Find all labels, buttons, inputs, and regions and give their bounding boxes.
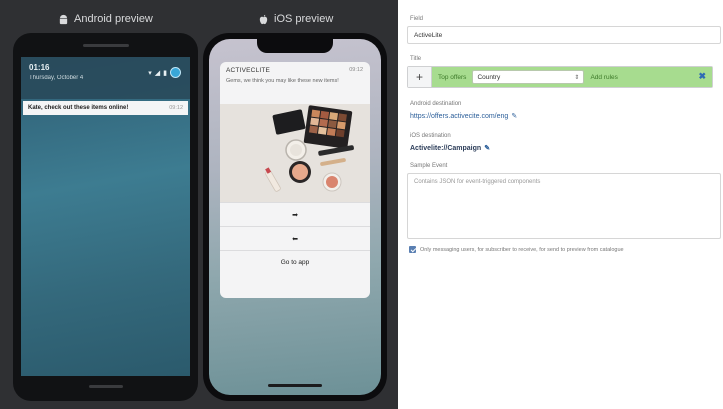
add-rules-link[interactable]: Add rules [590,74,617,81]
ios-notification-body: Gems, we think you may like these new it… [226,78,339,84]
pencil-icon[interactable]: ✎ [511,112,517,120]
android-preview-label: Android preview [74,13,153,25]
battery-icon: ▮ [163,69,167,77]
ios-destination-link[interactable]: Activelite://Campaign ✎ [410,144,490,153]
arrow-left-icon: ⬅ [292,235,298,243]
android-icon [59,14,68,24]
android-speaker [83,44,129,47]
field-input-value: ActiveLite [414,31,443,39]
ios-preview-heading: iOS preview [258,12,333,26]
ios-screen: ACTIVECLITE 09:12 Gems, we think you may… [209,39,381,395]
android-preview-heading: Android preview [58,12,153,26]
signal-icon: ◢ [154,69,161,77]
android-system-icons: ▾ ◢ ▮ [148,67,181,78]
country-select-value: Country [477,73,501,81]
ios-notification-image [220,104,370,202]
android-notification[interactable]: Kate, check out these items online! 09:1… [23,101,188,115]
ios-action-go-to-app[interactable]: Go to app [220,250,370,274]
arrow-right-icon: ➡ [292,211,298,219]
plus-icon: + [415,70,423,84]
field-label: Field [410,16,424,22]
title-label: Title [410,56,422,62]
rule-prefix: Top offers [438,73,467,81]
pencil-icon[interactable]: ✎ [484,144,490,152]
wifi-icon: ▾ [148,69,152,77]
ios-notification-time: 09:12 [349,67,363,73]
profile-bubble-icon [170,67,181,78]
ios-home-indicator [268,384,322,387]
country-select[interactable]: Country ⇕ [472,70,585,84]
ios-action-go-to-app-label: Go to app [280,259,310,266]
ios-action-prev[interactable]: ⬅ [220,226,370,250]
field-input[interactable]: ActiveLite [407,26,721,44]
ios-notification-header: ACTIVECLITE 09:12 Gems, we think you may… [220,62,370,104]
android-destination-label: Android destination [410,101,462,107]
add-button[interactable]: + [408,67,432,87]
android-notification-text: Kate, check out these items online! [28,105,129,111]
android-screen: 01:16 Thursday, October 4 ▾ ◢ ▮ Kate, ch… [21,57,190,376]
close-icon[interactable]: ✖ [698,71,706,82]
preview-option-checkbox[interactable] [409,246,416,253]
notification-form: Field ActiveLite Title + Top offers Coun… [398,0,723,409]
chevron-updown-icon: ⇕ [574,74,580,81]
android-status-bar: 01:16 Thursday, October 4 ▾ ◢ ▮ [21,57,190,99]
ios-device: ACTIVECLITE 09:12 Gems, we think you may… [203,33,387,401]
ios-action-next[interactable]: ➡ [220,202,370,226]
cosmetics-image [220,104,370,202]
sample-event-placeholder: Contains JSON for event-triggered compon… [414,179,541,185]
android-device: 01:16 Thursday, October 4 ▾ ◢ ▮ Kate, ch… [13,33,198,401]
ios-notification-card[interactable]: ACTIVECLITE 09:12 Gems, we think you may… [220,62,370,298]
title-link-bar: + Top offers Country ⇕ Add rules ✖ [407,66,713,88]
android-notification-time: 09:12 [169,105,183,111]
ios-preview-label: iOS preview [274,13,334,25]
sample-event-textarea[interactable]: Contains JSON for event-triggered compon… [407,173,721,239]
ios-notch [257,39,333,53]
apple-icon [259,14,268,24]
preview-panel: Android preview iOS preview 01:16 Thursd… [0,0,398,409]
preview-option-label: Only messaging users, for subscriber to … [420,246,624,253]
android-destination-link[interactable]: https://offers.activecite.com/eng ✎ [410,112,517,121]
android-home-bar [89,385,123,388]
android-destination-value: https://offers.activecite.com/eng [410,112,509,120]
ios-notification-app-name: ACTIVECLITE [226,67,271,74]
title-rule-row: Top offers Country ⇕ Add rules ✖ [432,67,712,87]
sample-event-label: Sample Event [410,163,448,169]
ios-destination-label: iOS destination [410,133,451,139]
ios-destination-value: Activelite://Campaign [410,144,482,152]
preview-option-row: Only messaging users, for subscriber to … [409,246,624,253]
